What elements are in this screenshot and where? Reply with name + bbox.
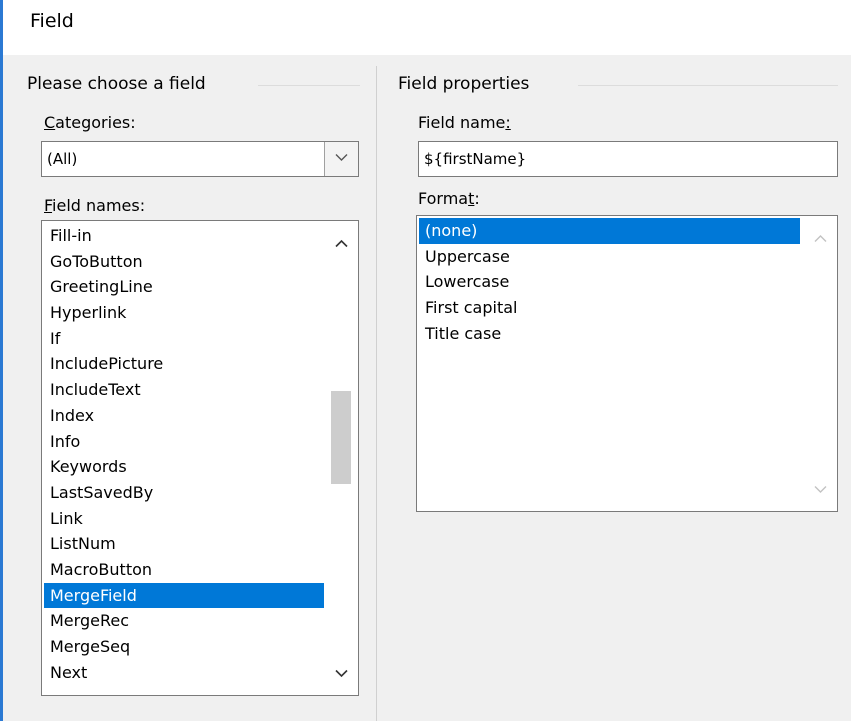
- categories-label-text: ategories:: [55, 113, 136, 132]
- categories-label: Categories:: [44, 113, 136, 133]
- format-listbox[interactable]: (none) Uppercase Lowercase First capital Tit…: [416, 215, 838, 512]
- field-name-item[interactable]: Info: [44, 429, 324, 455]
- format-label-text: Forma: [418, 189, 469, 208]
- group-title-choose-field: Please choose a field: [27, 74, 206, 94]
- format-scrollbar[interactable]: [803, 216, 837, 511]
- field-name-item[interactable]: GreetingLine: [44, 274, 324, 300]
- categories-label-accesskey: C: [44, 113, 56, 132]
- format-item[interactable]: Uppercase: [419, 244, 800, 270]
- field-names-listbox[interactable]: Fill-in GoToButton GreetingLine Hyperlink If…: [41, 220, 359, 696]
- field-name-item[interactable]: Fill-in: [44, 223, 324, 249]
- group-title-field-properties: Field properties: [398, 74, 530, 94]
- chevron-up-icon: [335, 239, 348, 248]
- field-names-label: Field names:: [44, 196, 145, 216]
- field-names-list: Fill-in GoToButton GreetingLine Hyperlink If…: [44, 223, 324, 685]
- field-name-item[interactable]: MergeSeq: [44, 634, 324, 660]
- format-scroll-up-button[interactable]: [803, 224, 837, 254]
- field-name-item[interactable]: If: [44, 326, 324, 352]
- field-name-label: Field name:: [418, 113, 511, 133]
- format-item[interactable]: Lowercase: [419, 269, 800, 295]
- field-names-scrollbar[interactable]: [324, 221, 358, 695]
- field-name-input[interactable]: ${firstName}: [418, 141, 838, 177]
- scroll-down-button[interactable]: [324, 659, 358, 689]
- field-name-label-text: Field name: [418, 113, 506, 132]
- chevron-down-icon: [335, 669, 348, 678]
- chevron-up-icon: [814, 235, 827, 242]
- group-rule-right: [578, 85, 838, 86]
- format-label-colon: :: [474, 189, 480, 208]
- group-rule-left: [258, 85, 360, 86]
- field-name-item[interactable]: Hyperlink: [44, 300, 324, 326]
- format-item[interactable]: First capital: [419, 295, 800, 321]
- field-name-label-accesskey: :: [505, 113, 511, 132]
- field-name-item[interactable]: Keywords: [44, 454, 324, 480]
- field-name-item[interactable]: IncludeText: [44, 377, 324, 403]
- categories-combobox[interactable]: (All): [41, 141, 359, 177]
- format-list: (none) Uppercase Lowercase First capital Tit…: [419, 218, 800, 346]
- format-label: Format:: [418, 189, 480, 209]
- dialog-body: Please choose a field Categories: (All) …: [3, 55, 851, 721]
- scroll-thumb[interactable]: [331, 391, 351, 484]
- field-name-item[interactable]: ListNum: [44, 531, 324, 557]
- categories-value: (All): [47, 150, 78, 168]
- title-bar[interactable]: Field: [3, 0, 851, 55]
- field-name-item[interactable]: MacroButton: [44, 557, 324, 583]
- field-name-item[interactable]: MergeRec: [44, 608, 324, 634]
- field-name-item[interactable]: MergeField: [44, 582, 324, 609]
- chevron-down-icon: [814, 486, 827, 493]
- chevron-down-icon: [335, 154, 348, 161]
- window-title: Field: [30, 10, 74, 32]
- field-names-label-text: ield names:: [52, 196, 146, 215]
- format-scroll-down-button[interactable]: [803, 475, 837, 505]
- scroll-up-button[interactable]: [324, 229, 358, 259]
- format-item[interactable]: Title case: [419, 321, 800, 347]
- field-names-label-accesskey: F: [44, 196, 53, 215]
- panel-divider: [376, 66, 377, 721]
- field-name-item[interactable]: IncludePicture: [44, 351, 324, 377]
- categories-dropdown-button[interactable]: [324, 142, 358, 176]
- format-item[interactable]: (none): [419, 218, 800, 244]
- field-name-item[interactable]: LastSavedBy: [44, 480, 324, 506]
- field-name-item[interactable]: GoToButton: [44, 249, 324, 275]
- field-name-item[interactable]: Next: [44, 660, 324, 686]
- field-name-item[interactable]: Index: [44, 403, 324, 429]
- field-name-item[interactable]: Link: [44, 506, 324, 532]
